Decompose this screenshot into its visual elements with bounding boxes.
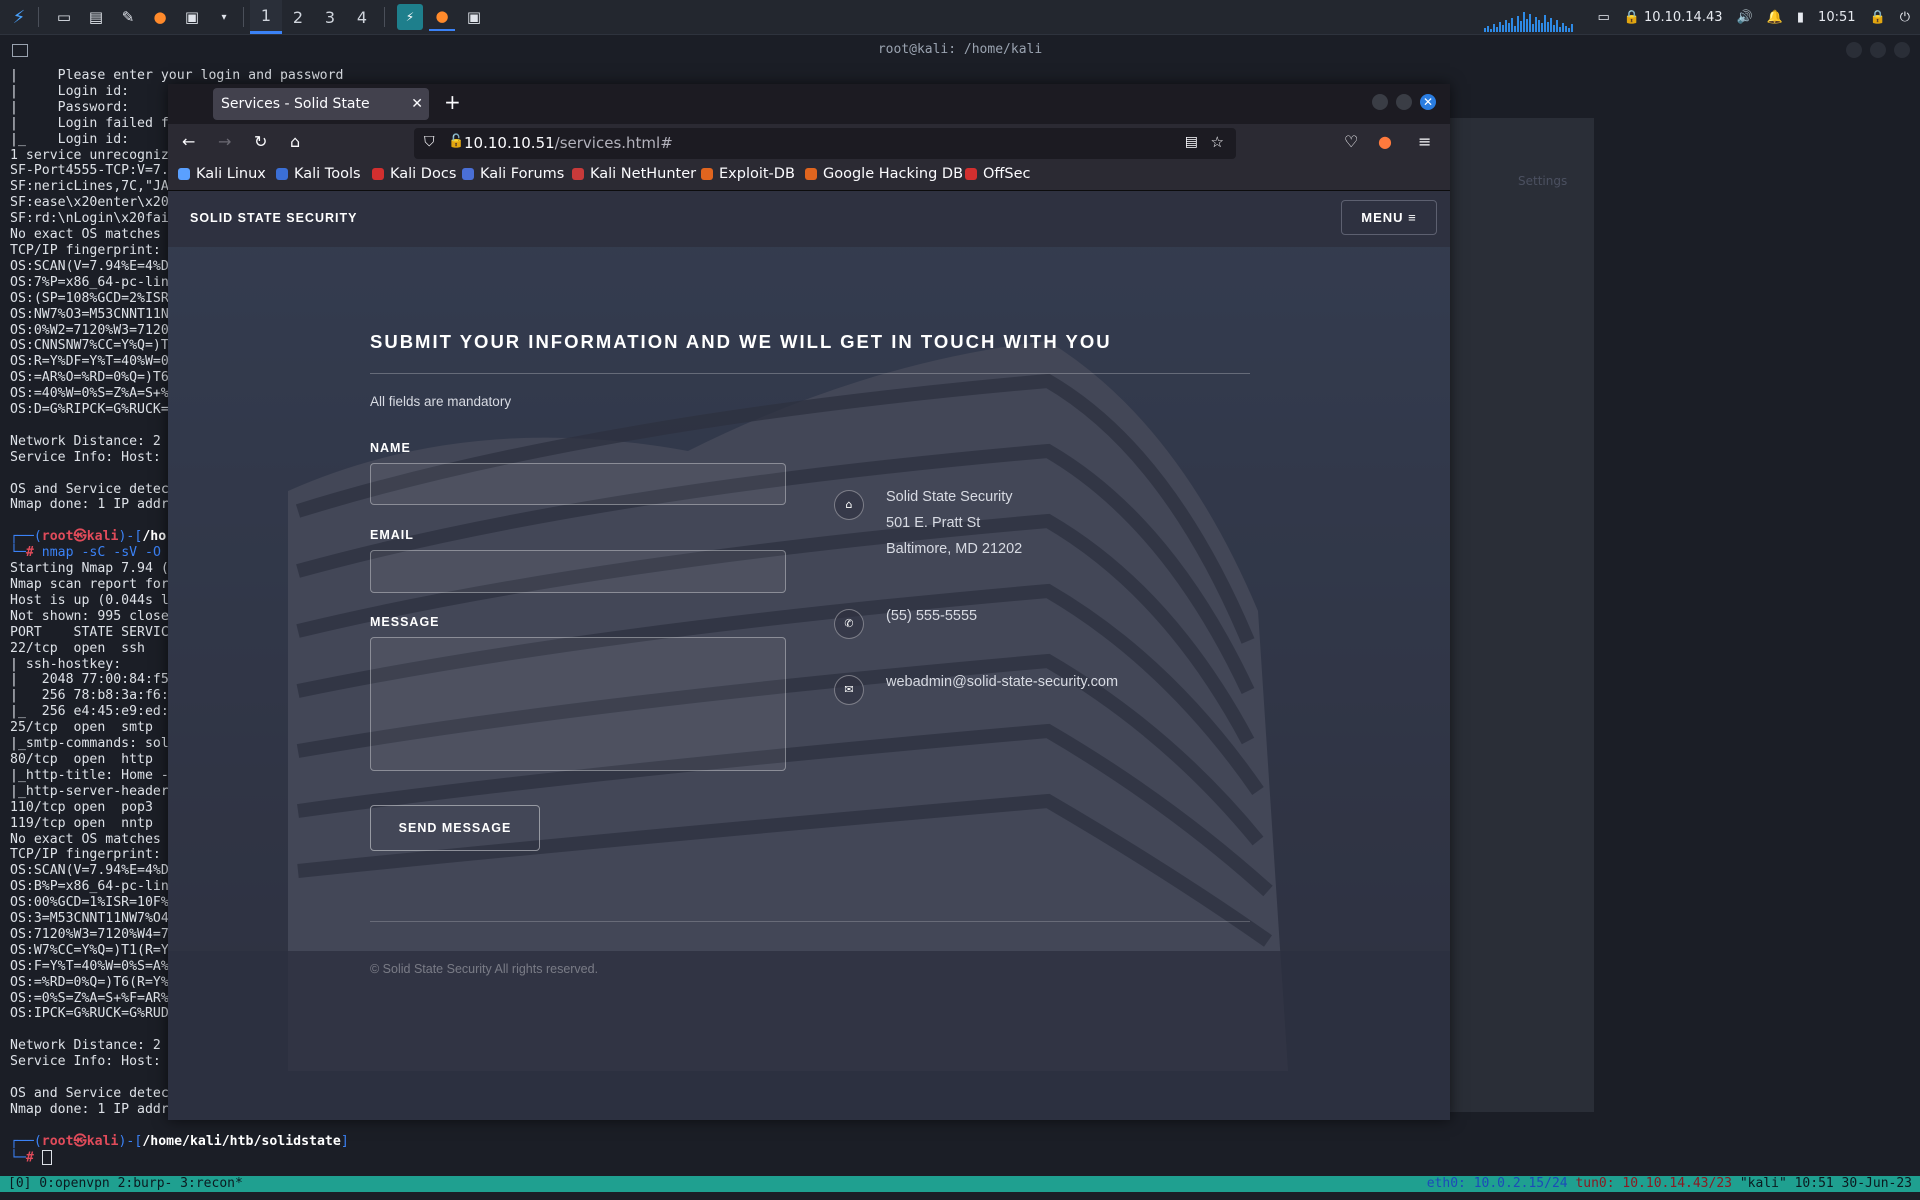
forward-icon[interactable]: → (218, 132, 231, 151)
bookmark-kali-linux[interactable]: Kali Linux (178, 166, 266, 182)
divider (370, 373, 1250, 374)
form-title: SUBMIT YOUR INFORMATION AND WE WILL GET … (370, 331, 1112, 352)
app-menu-icon[interactable]: ≡ (1418, 132, 1431, 151)
vpn-lock-icon[interactable]: 🔒 (1624, 10, 1640, 25)
pocket-icon[interactable]: ♡ (1344, 132, 1358, 151)
name-label: NAME (370, 441, 411, 455)
back-icon[interactable]: ← (182, 132, 195, 151)
minimize-button[interactable] (1846, 42, 1862, 58)
web-page: SOLID STATE SECURITY MENU ≡ SUBMIT YOUR … (168, 191, 1450, 1120)
file-manager-icon[interactable]: ▤ (83, 4, 109, 30)
tmux-status-right: eth0: 10.0.2.15/24 tun0: 10.10.14.43/23 … (1426, 1176, 1912, 1191)
terminal-icon (12, 44, 28, 57)
firefox-task-icon[interactable]: ● (429, 3, 455, 31)
text-editor-icon[interactable]: ✎ (115, 4, 141, 30)
contact-address: Solid State Security 501 E. Pratt St Bal… (886, 489, 1023, 557)
contact-email[interactable]: webadmin@solid-state-security.com (886, 669, 1118, 695)
prompt-cursor[interactable]: └─# (10, 1149, 486, 1166)
workspace-3[interactable]: 3 (314, 0, 346, 34)
close-button[interactable] (1894, 42, 1910, 58)
contact-phone: (55) 555-5555 (886, 608, 978, 624)
message-label: MESSAGE (370, 615, 440, 629)
bookmark-kali-nethunter[interactable]: Kali NetHunter (572, 166, 696, 182)
desktop-icon[interactable]: ▭ (51, 4, 77, 30)
bookmark-kali-forums[interactable]: Kali Forums (462, 166, 564, 182)
lock-icon[interactable]: 🔓 (448, 134, 464, 149)
site-header: SOLID STATE SECURITY MENU ≡ (168, 191, 1450, 247)
maximize-button[interactable] (1396, 94, 1412, 110)
workspace-2[interactable]: 2 (282, 0, 314, 34)
settings-label[interactable]: Settings (1518, 174, 1567, 188)
bookmark-kali-tools[interactable]: Kali Tools (276, 166, 361, 182)
bookmark-kali-docs[interactable]: Kali Docs (372, 166, 456, 182)
name-field[interactable] (370, 463, 786, 505)
burp-task-icon[interactable]: ⚡ (397, 4, 423, 30)
browser-tab[interactable]: Services - Solid State Security✕ (213, 88, 429, 144)
network-graph (1484, 8, 1584, 32)
home-icon[interactable]: ⌂ (290, 132, 300, 151)
power-icon[interactable]: ⏻ (1900, 10, 1910, 25)
tmux-windows[interactable]: [0] 0:openvpn 2:burp- 3:recon* (8, 1176, 243, 1192)
mandatory-note: All fields are mandatory (370, 394, 512, 409)
tmux-status-bar: [0] 0:openvpn 2:burp- 3:recon* eth0: 10.… (0, 1176, 1920, 1192)
envelope-icon: ✉ (834, 675, 864, 705)
workspace-4[interactable]: 4 (346, 0, 378, 34)
close-button[interactable]: ✕ (1420, 94, 1436, 110)
bookmark-exploit-db[interactable]: Exploit-DB (701, 166, 795, 182)
home-icon: ⌂ (834, 490, 864, 520)
url-text[interactable]: 10.10.10.51/services.html# (464, 128, 673, 159)
battery-icon[interactable]: ▮ (1797, 10, 1804, 25)
bookmark-google-hacking-db[interactable]: Google Hacking DB (805, 166, 963, 182)
site-brand[interactable]: SOLID STATE SECURITY (190, 211, 357, 225)
send-message-button[interactable]: SEND MESSAGE (370, 805, 540, 851)
terminal-title: root@kali: /home/kali (877, 42, 1043, 57)
tab-close-icon[interactable]: ✕ (411, 88, 423, 120)
email-field[interactable] (370, 550, 786, 593)
clock[interactable]: 10:51 (1818, 10, 1855, 25)
terminal-icon[interactable]: ▣ (179, 4, 205, 30)
footer-divider (370, 921, 1250, 922)
minimize-button[interactable] (1372, 94, 1388, 110)
prompt-line-final: ┌──(root㉿kali)-[/home/kali/htb/solidstat… (10, 1133, 349, 1149)
maximize-button[interactable] (1870, 42, 1886, 58)
notification-bell-icon[interactable]: 🔔 (1767, 10, 1783, 25)
volume-icon[interactable]: 🔊 (1737, 10, 1753, 25)
bookmark-star-icon[interactable]: ☆ (1211, 133, 1224, 151)
panel-separator (243, 7, 244, 27)
background-app-window[interactable]: Settings (1450, 118, 1594, 1112)
firefox-window: Services - Solid State Security✕ + ✕ ← →… (168, 84, 1450, 1120)
content-overlay (168, 247, 1450, 1120)
chevron-down-icon[interactable]: ▾ (211, 4, 237, 30)
bookmarks-bar: Kali Linux Kali Tools Kali Docs Kali For… (168, 162, 1450, 191)
phone-icon: ✆ (834, 609, 864, 639)
display-icon[interactable]: ▭ (1597, 10, 1609, 25)
bookmark-offsec[interactable]: OffSec (965, 166, 1031, 182)
panel-separator (384, 7, 385, 27)
tab-bar: Services - Solid State Security✕ + ✕ (168, 84, 1450, 144)
copyright-text: © Solid State Security All rights reserv… (370, 962, 599, 976)
terminal-line: | Please enter your login and password (10, 68, 344, 83)
url-bar[interactable]: ⛉ 🔓 10.10.10.51/services.html# ▤ ☆ (414, 128, 1236, 159)
panel-separator (38, 7, 39, 27)
shield-icon[interactable]: ⛉ (424, 134, 435, 150)
vpn-ip: 10.10.14.43 (1643, 9, 1723, 25)
message-textarea[interactable] (370, 637, 786, 771)
reader-view-icon[interactable]: ▤ (1185, 134, 1198, 150)
firefox-icon[interactable]: ● (147, 4, 173, 30)
email-label: EMAIL (370, 528, 414, 542)
lock-screen-icon[interactable]: 🔒 (1870, 10, 1886, 25)
window-controls (1846, 42, 1910, 58)
kali-menu-icon[interactable]: ⚡ (6, 4, 32, 30)
menu-button[interactable]: MENU ≡ (1341, 200, 1437, 235)
new-tab-button[interactable]: + (444, 90, 461, 114)
reload-icon[interactable]: ↻ (254, 132, 267, 151)
extension-icon[interactable]: ● (1378, 132, 1392, 151)
terminal-task-icon[interactable]: ▣ (461, 4, 487, 30)
hamburger-icon: ≡ (1408, 210, 1417, 225)
system-tray: ▭ 🔒 10.10.14.43 🔊 🔔 ▮ 10:51 🔒 ⏻ (1597, 0, 1920, 34)
workspace-1[interactable]: 1 (250, 0, 282, 34)
